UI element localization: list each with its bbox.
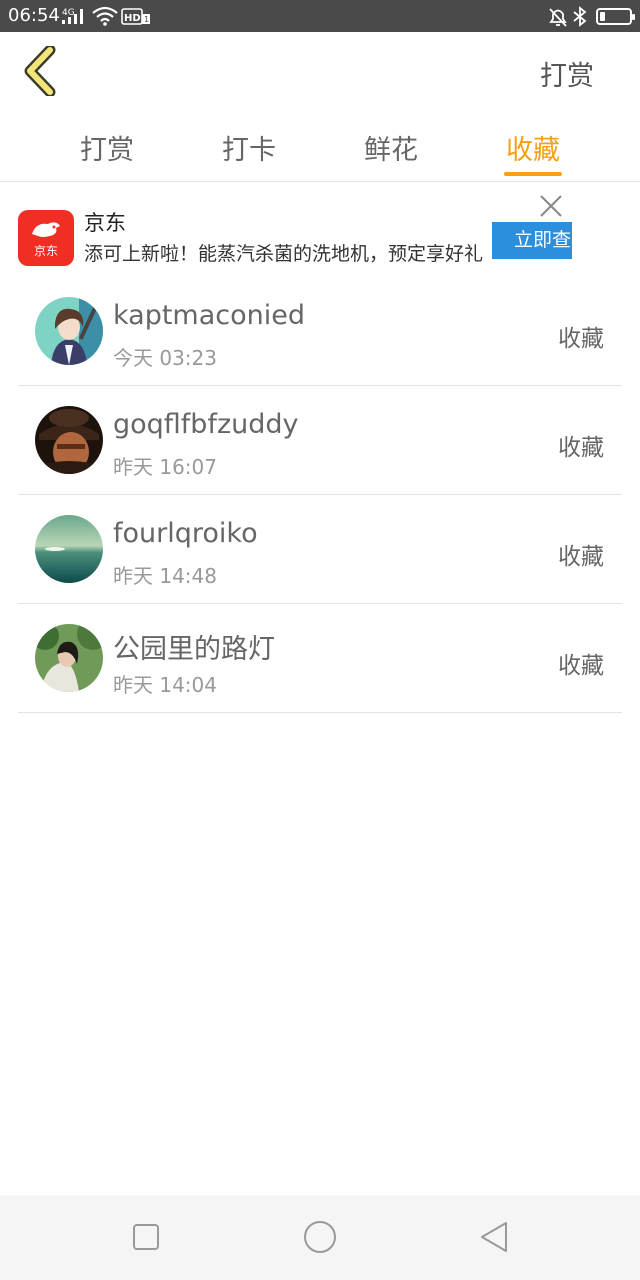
timestamp: 昨天 16:07 xyxy=(113,455,217,479)
hd-label: HD xyxy=(124,13,141,24)
back-button[interactable] xyxy=(20,44,64,98)
favorite-status: 收藏 xyxy=(558,435,604,461)
battery-level xyxy=(600,12,605,21)
status-bar: 06:54 4G HD 1 xyxy=(0,0,640,32)
header: 打赏 xyxy=(0,32,640,110)
avatar xyxy=(35,297,103,365)
home-icon xyxy=(304,1221,336,1253)
tab-checkin[interactable]: 打卡 xyxy=(222,128,276,167)
jd-logo: 京东 xyxy=(18,210,74,266)
favorite-status: 收藏 xyxy=(558,653,604,679)
signal-icon: 4G xyxy=(62,8,83,24)
tab-flowers[interactable]: 鲜花 xyxy=(364,128,418,167)
active-tab-indicator xyxy=(504,172,562,176)
tip-action-button[interactable]: 打赏 xyxy=(540,54,594,93)
jd-logo-label: 京东 xyxy=(33,244,58,258)
avatar xyxy=(35,406,103,474)
hd-icon: HD 1 xyxy=(121,8,150,25)
battery-icon xyxy=(596,8,635,25)
recent-apps-button[interactable] xyxy=(126,1217,166,1257)
alarm-off-icon xyxy=(549,8,567,27)
network-label: 4G xyxy=(62,8,75,18)
favorite-status: 收藏 xyxy=(558,326,604,352)
tab-favorites[interactable]: 收藏 xyxy=(504,128,562,176)
timestamp: 今天 03:23 xyxy=(113,346,217,370)
home-button[interactable] xyxy=(300,1217,340,1257)
system-nav-bar xyxy=(0,1195,640,1280)
user-name: goqflfbfzuddy xyxy=(113,409,299,440)
tab-bar: 打赏 打卡 鲜花 收藏 xyxy=(0,110,640,182)
favorite-status: 收藏 xyxy=(558,544,604,570)
user-name: kaptmaconied xyxy=(113,300,306,331)
ad-banner[interactable]: 京东 京东 添可上新啦！能蒸汽杀菌的洗地机，预定享好礼 立即查看 xyxy=(0,183,640,283)
bluetooth-icon xyxy=(573,6,587,27)
timestamp: 昨天 14:48 xyxy=(113,564,217,588)
avatar xyxy=(35,624,103,692)
user-name: fourlqroiko xyxy=(113,518,258,549)
tab-label: 打赏 xyxy=(80,135,134,166)
status-time: 06:54 xyxy=(8,5,60,26)
tab-label: 收藏 xyxy=(506,135,560,166)
ad-title: 京东 xyxy=(84,211,126,235)
list-item[interactable]: kaptmaconied 今天 03:23 收藏 xyxy=(18,277,622,386)
list-item[interactable]: goqflfbfzuddy 昨天 16:07 收藏 xyxy=(18,386,622,495)
user-name: 公园里的路灯 xyxy=(113,634,275,665)
wifi-icon xyxy=(92,6,118,26)
hd-sub-label: 1 xyxy=(144,15,149,24)
ad-close-button[interactable] xyxy=(536,191,566,221)
tab-label: 鲜花 xyxy=(364,135,418,166)
back-triangle-icon xyxy=(481,1222,507,1252)
tab-label: 打卡 xyxy=(222,135,276,166)
system-back-button[interactable] xyxy=(474,1217,514,1257)
close-icon xyxy=(540,195,562,217)
chevron-left-icon xyxy=(24,44,56,98)
tab-tip[interactable]: 打赏 xyxy=(80,128,134,167)
list-item[interactable]: fourlqroiko 昨天 14:48 收藏 xyxy=(18,495,622,604)
list-item[interactable]: 公园里的路灯 昨天 14:04 收藏 xyxy=(18,604,622,713)
favorites-list: kaptmaconied 今天 03:23 收藏 goqflfbfzuddy 昨… xyxy=(18,277,622,713)
ad-description: 添可上新啦！能蒸汽杀菌的洗地机，预定享好礼 xyxy=(84,243,484,265)
recent-apps-icon xyxy=(133,1224,159,1250)
timestamp: 昨天 14:04 xyxy=(113,673,217,697)
ad-cta-button[interactable]: 立即查看 xyxy=(492,222,572,259)
avatar xyxy=(35,515,103,583)
